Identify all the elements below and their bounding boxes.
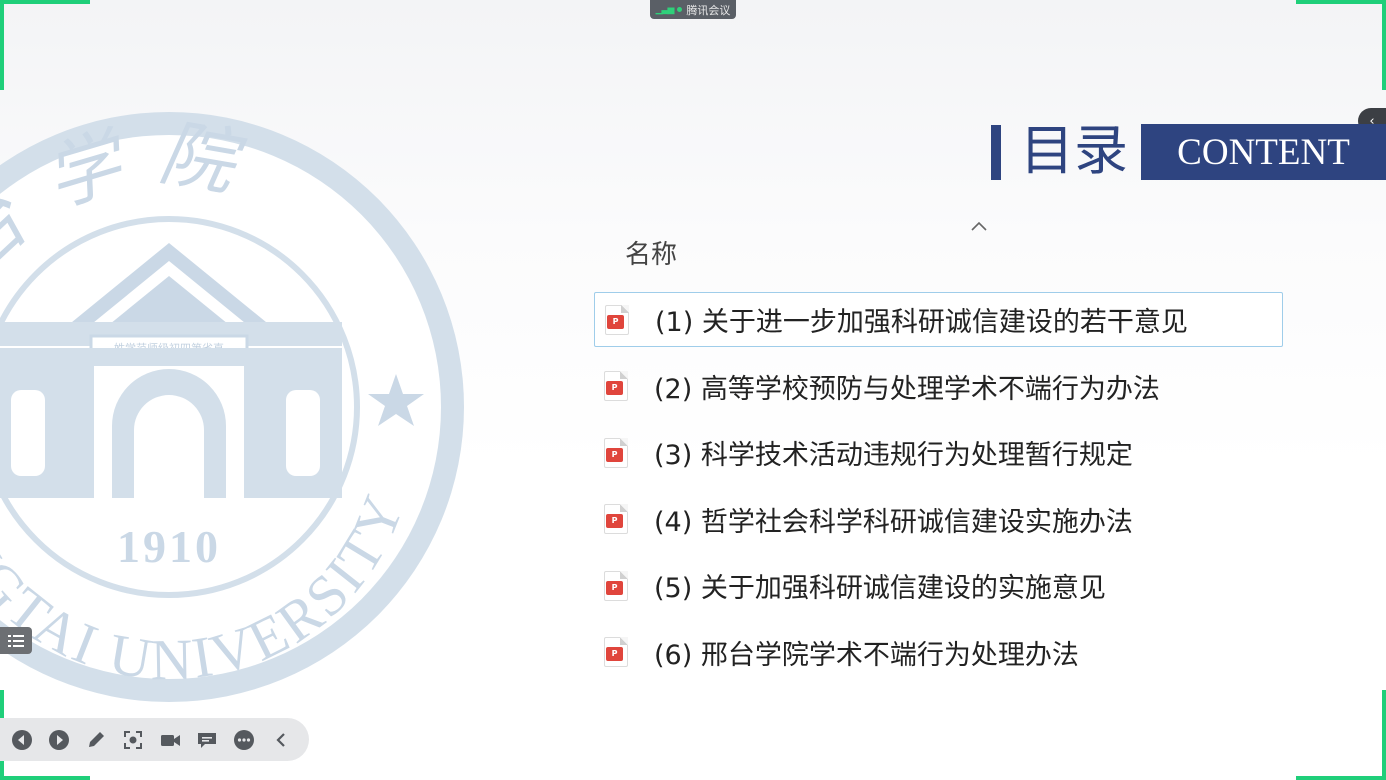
title-accent-bar — [991, 125, 1001, 180]
sort-ascending-icon[interactable] — [968, 216, 990, 236]
share-frame-corner — [0, 0, 90, 90]
seal-year: 1910 — [117, 521, 221, 572]
file-row[interactable]: P (3) 科学技术活动违规行为处理暂行规定 — [594, 425, 1283, 480]
share-frame-corner — [1296, 0, 1386, 90]
file-index: (5) — [654, 573, 693, 604]
shared-screen: ▁▃▅ 腾讯会议 ‹ 邢台学院 XINGTAI UNIVERSITY 姓学范师级… — [0, 0, 1386, 780]
slide-title-english: CONTENT — [1141, 124, 1386, 180]
next-circle-icon — [49, 729, 69, 750]
meeting-app-name: 腾讯会议 — [686, 3, 731, 17]
video-camera-icon — [161, 734, 180, 746]
pdf-file-icon: P — [604, 437, 628, 468]
pdf-file-icon: P — [604, 504, 628, 534]
status-dot-icon — [677, 7, 683, 12]
file-row[interactable]: P (1) 关于进一步加强科研诚信建设的若干意见 — [594, 292, 1283, 347]
file-name: 邢台学院学术不端行为处理办法 — [700, 639, 1079, 671]
prev-circle-icon — [12, 729, 32, 750]
file-index: (3) — [654, 440, 693, 471]
file-list: P (1) 关于进一步加强科研诚信建设的若干意见 P (2) 高等学校预防与处理… — [594, 292, 1283, 691]
video-button[interactable] — [158, 728, 182, 752]
list-icon — [8, 634, 24, 647]
university-seal-watermark: 邢台学院 XINGTAI UNIVERSITY 姓学范师级初四第省直 1910 — [0, 109, 464, 702]
chevron-left-icon — [276, 732, 285, 747]
meeting-indicator[interactable]: ▁▃▅ 腾讯会议 — [650, 0, 736, 19]
file-name: 高等学校预防与处理学术不端行为办法 — [700, 373, 1160, 405]
file-index: (1) — [655, 307, 694, 338]
pdf-file-icon: P — [604, 570, 628, 601]
collapse-toolbar-button[interactable] — [269, 728, 293, 752]
more-icon — [234, 729, 254, 750]
file-name: 科学技术活动违规行为处理暂行规定 — [700, 440, 1133, 471]
share-frame-corner — [1296, 690, 1386, 780]
name-column-header[interactable]: 名称 — [625, 234, 677, 271]
file-index: (4) — [654, 506, 693, 538]
file-row[interactable]: P (6) 邢台学院学术不端行为处理办法 — [594, 625, 1283, 680]
previous-button[interactable] — [10, 728, 34, 752]
pen-icon — [89, 731, 104, 747]
comment-button[interactable] — [195, 728, 219, 752]
presentation-toolbar — [0, 718, 309, 761]
file-name: 关于进一步加强科研诚信建设的若干意见 — [701, 307, 1188, 338]
slide-list-button[interactable] — [0, 627, 32, 654]
next-button[interactable] — [47, 728, 71, 752]
screenshot-button[interactable] — [121, 728, 145, 752]
file-row[interactable]: P (4) 哲学社会科学科研诚信建设实施办法 — [594, 492, 1283, 547]
file-row[interactable]: P (2) 高等学校预防与处理学术不端行为办法 — [594, 359, 1283, 414]
slide-title: 目录 — [1020, 119, 1128, 182]
pdf-file-icon: P — [604, 637, 628, 667]
comment-icon — [198, 732, 216, 748]
file-name: 关于加强科研诚信建设的实施意见 — [700, 573, 1106, 604]
pdf-file-icon: P — [605, 304, 629, 335]
file-index: (6) — [654, 639, 693, 671]
pdf-file-icon: P — [604, 371, 628, 401]
file-name: 哲学社会科学科研诚信建设实施办法 — [700, 506, 1133, 538]
pen-button[interactable] — [84, 728, 108, 752]
file-row[interactable]: P (5) 关于加强科研诚信建设的实施意见 — [594, 558, 1283, 613]
signal-icon: ▁▃▅ — [655, 4, 675, 15]
more-button[interactable] — [232, 728, 256, 752]
screenshot-icon — [124, 730, 142, 749]
file-index: (2) — [654, 373, 693, 405]
